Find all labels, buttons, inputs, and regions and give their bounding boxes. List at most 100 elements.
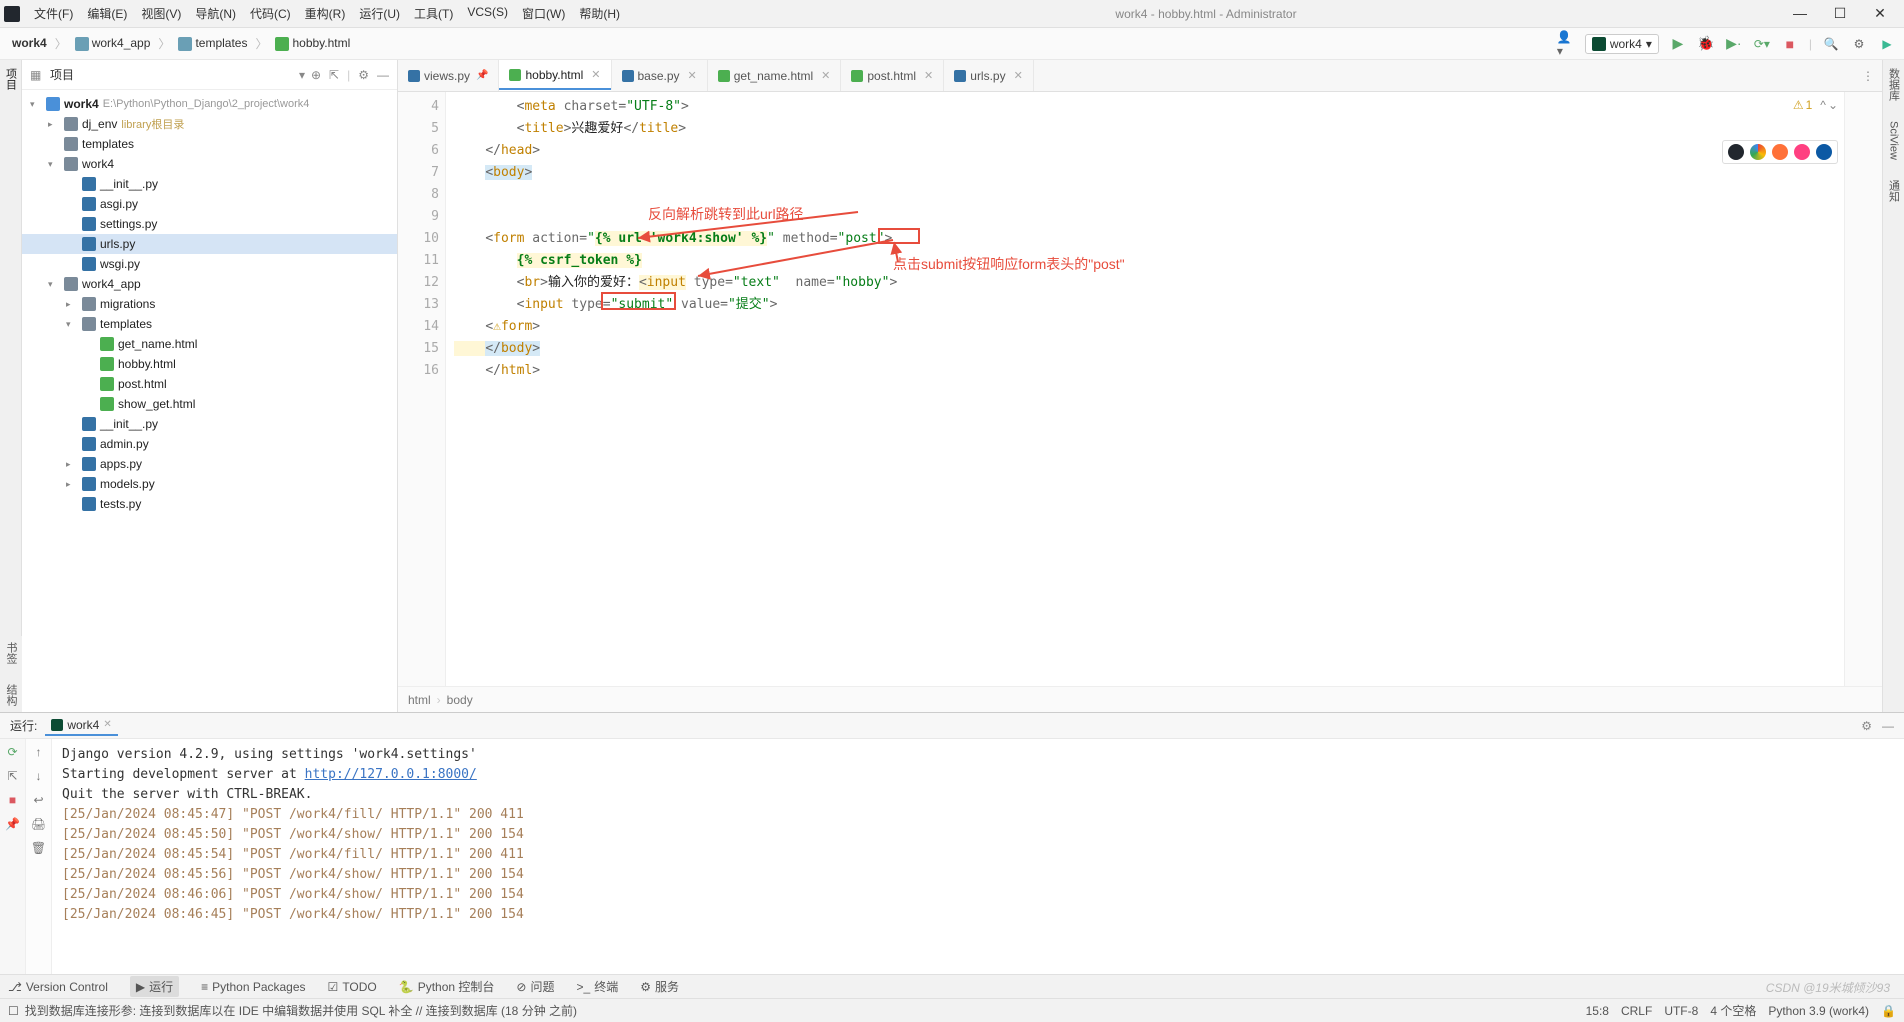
console-output[interactable]: Django version 4.2.9, using settings 'wo… [52, 739, 1904, 974]
tree-row[interactable]: ▾work4 [22, 154, 397, 174]
tree-row[interactable]: ▾work4_app [22, 274, 397, 294]
toolstrip-item[interactable]: ⚙服务 [640, 978, 679, 995]
profile-button[interactable]: ⟳▾ [1753, 35, 1771, 53]
search-icon[interactable]: 🔍 [1822, 35, 1840, 53]
editor-tab[interactable]: base.py✕ [612, 60, 708, 91]
tab-menu-icon[interactable]: ⋮ [1854, 60, 1882, 91]
breadcrumb-item[interactable]: body [447, 693, 473, 707]
close-icon[interactable]: ✕ [821, 69, 830, 82]
close-icon[interactable]: ✕ [924, 69, 933, 82]
tree-row[interactable]: asgi.py [22, 194, 397, 214]
chrome-icon[interactable] [1750, 144, 1766, 160]
breadcrumb-item[interactable]: work4 [8, 34, 51, 52]
inspection-widget[interactable]: ⚠ 1 ^ ⌄ [1793, 98, 1838, 112]
editor-tab[interactable]: hobby.html✕ [499, 60, 611, 91]
tree-row[interactable]: show_get.html [22, 394, 397, 414]
menu-item[interactable]: 重构(R) [299, 3, 352, 24]
toolstrip-item[interactable]: 🐍Python 控制台 [399, 978, 495, 995]
menu-item[interactable]: 工具(T) [408, 3, 459, 24]
open-in-browser[interactable] [1722, 140, 1838, 164]
code-area[interactable]: <meta charset="UTF-8"> <title>兴趣爱好</titl… [446, 92, 1842, 686]
tree-row[interactable]: settings.py [22, 214, 397, 234]
soft-wrap-icon[interactable]: ↩ [33, 793, 43, 807]
tree-row[interactable]: post.html [22, 374, 397, 394]
menu-item[interactable]: 编辑(E) [81, 3, 133, 24]
close-icon[interactable]: ✕ [1014, 69, 1023, 82]
menu-item[interactable]: 视图(V) [135, 3, 187, 24]
editor-breadcrumb[interactable]: html › body [398, 686, 1882, 712]
modify-run-button[interactable]: ⇱ [7, 769, 17, 783]
stop-button[interactable]: ■ [1781, 35, 1799, 53]
toolstrip-item[interactable]: ≡Python Packages [201, 980, 305, 994]
scroll-up-icon[interactable]: ↑ [36, 745, 42, 759]
status-item[interactable]: 15:8 [1586, 1004, 1609, 1018]
hide-icon[interactable]: — [1882, 719, 1894, 733]
console-link[interactable]: http://127.0.0.1:8000/ [305, 767, 477, 782]
tree-row[interactable]: hobby.html [22, 354, 397, 374]
maximize-button[interactable]: ☐ [1826, 5, 1854, 22]
chevron-down-icon[interactable]: ▾ [299, 68, 305, 82]
editor-tab[interactable]: post.html✕ [841, 60, 944, 91]
sciview-tab[interactable]: SciView [1888, 121, 1900, 160]
toolstrip-item[interactable]: ⎇Version Control [8, 980, 108, 994]
toolstrip-item[interactable]: ▶运行 [130, 976, 179, 997]
structure-tab[interactable]: 结构 [3, 684, 19, 706]
tree-row[interactable]: __init__.py [22, 174, 397, 194]
firefox-icon[interactable] [1772, 144, 1788, 160]
editor-tab[interactable]: urls.py✕ [944, 60, 1034, 91]
close-button[interactable]: ✕ [1866, 5, 1894, 22]
scrollbar-marker-area[interactable] [1844, 92, 1882, 686]
status-item[interactable]: Python 3.9 (work4) [1768, 1004, 1869, 1018]
tree-row[interactable]: ▾templates [22, 314, 397, 334]
scroll-down-icon[interactable]: ↓ [36, 769, 42, 783]
breadcrumb-item[interactable]: templates [174, 34, 251, 53]
tree-row[interactable]: wsgi.py [22, 254, 397, 274]
menu-item[interactable]: 导航(N) [189, 3, 242, 24]
tree-row[interactable]: ▸apps.py [22, 454, 397, 474]
expand-icon[interactable]: ⇱ [329, 68, 339, 82]
project-tab[interactable]: 项目 [3, 68, 19, 90]
close-icon[interactable]: ✕ [103, 719, 111, 730]
status-item[interactable]: 4 个空格 [1710, 1002, 1756, 1019]
minimize-button[interactable]: — [1786, 5, 1814, 22]
breadcrumb-item[interactable]: work4_app [71, 34, 155, 53]
tree-row[interactable]: tests.py [22, 494, 397, 514]
menu-item[interactable]: 代码(C) [244, 3, 297, 24]
menu-item[interactable]: VCS(S) [461, 3, 514, 24]
rerun-button[interactable]: ⟳ [7, 745, 17, 759]
lock-icon[interactable]: 🔒 [1881, 1004, 1896, 1018]
project-tree[interactable]: ▾work4E:\Python\Python_Django\2_project\… [22, 90, 397, 712]
status-item[interactable]: UTF-8 [1664, 1004, 1698, 1018]
editor-body[interactable]: 45678910111213141516 <meta charset="UTF-… [398, 92, 1882, 686]
tree-row[interactable]: templates [22, 134, 397, 154]
user-icon[interactable]: 👤▾ [1557, 35, 1575, 53]
tree-row[interactable]: admin.py [22, 434, 397, 454]
toolstrip-item[interactable]: >_终端 [577, 978, 619, 995]
toolstrip-item[interactable]: ☑TODO [328, 980, 377, 994]
tree-row[interactable]: ▸migrations [22, 294, 397, 314]
menu-item[interactable]: 窗口(W) [516, 3, 571, 24]
tree-row[interactable]: urls.py [22, 234, 397, 254]
safari-icon[interactable] [1794, 144, 1810, 160]
clear-icon[interactable]: 🗑 [31, 841, 46, 855]
breadcrumb-item[interactable]: hobby.html [271, 34, 354, 53]
tree-row[interactable]: ▸models.py [22, 474, 397, 494]
edge-icon[interactable] [1816, 144, 1832, 160]
notifications-tab[interactable]: 通知 [1886, 180, 1902, 202]
status-item[interactable]: CRLF [1621, 1004, 1652, 1018]
run-button[interactable]: ▶ [1669, 35, 1687, 53]
ai-assistant-icon[interactable]: ▶ [1878, 35, 1896, 53]
tree-row[interactable]: ▾work4E:\Python\Python_Django\2_project\… [22, 94, 397, 114]
locate-icon[interactable]: ⊕ [311, 68, 321, 82]
close-icon[interactable]: ✕ [591, 68, 600, 81]
debug-button[interactable]: 🐞 [1697, 35, 1715, 53]
editor-tab[interactable]: get_name.html✕ [708, 60, 842, 91]
bookmarks-tab[interactable]: 书签 [3, 642, 19, 664]
tool-window-toggle-icon[interactable]: ☐ [8, 1004, 19, 1018]
menu-item[interactable]: 运行(U) [353, 3, 406, 24]
editor-tab[interactable]: views.py📌 [398, 60, 499, 91]
menu-item[interactable]: 文件(F) [28, 3, 79, 24]
tree-row[interactable]: ▸dj_envlibrary根目录 [22, 114, 397, 134]
status-message[interactable]: 找到数据库连接形参: 连接到数据库以在 IDE 中编辑数据并使用 SQL 补全 … [25, 1002, 577, 1019]
run-config-selector[interactable]: work4 ▾ [1585, 34, 1659, 54]
